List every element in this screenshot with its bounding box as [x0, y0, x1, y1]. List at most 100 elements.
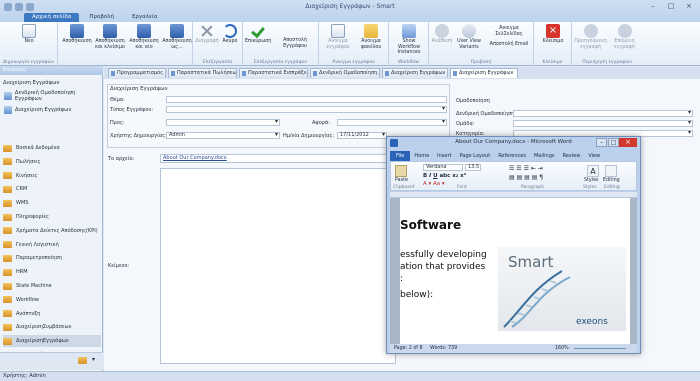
word-counter[interactable]: Words: 739 [430, 344, 457, 353]
paste-label[interactable]: Paste [395, 178, 408, 183]
undo-icon [223, 24, 237, 38]
doc-tab-documents[interactable]: Διαχείριση Εγγράφων [382, 68, 448, 78]
folder-icon [3, 144, 12, 152]
body-editor[interactable] [160, 168, 396, 364]
open-page-button[interactable]: Άνοιγμα ΣελΣελίδας [485, 26, 533, 37]
send-document-button[interactable]: Αποστολή Εγγράφου [273, 38, 317, 49]
nav-item[interactable]: ΔιαχείρισηΕγγράφων [3, 335, 101, 348]
file-link[interactable]: About Our Company.docx [160, 154, 398, 163]
tab-view[interactable]: Προβολή [81, 13, 122, 22]
user-view-button[interactable]: User View Variants [455, 24, 483, 50]
to-select[interactable] [166, 119, 280, 126]
font-color-button[interactable]: A ▾ Aa ▾ [423, 181, 445, 187]
word-ribbon-tabs: File Home Insert Page Layout References … [390, 151, 637, 161]
word-tab-view[interactable]: View [584, 151, 604, 161]
nav-item-label: ΔιαχείρισηΕγγράφων [16, 338, 69, 345]
save-new-button[interactable]: Αποθήκευση και νέο [128, 24, 160, 50]
paste-icon[interactable] [395, 165, 407, 177]
word-tab-file[interactable]: File [390, 151, 411, 161]
nav-item[interactable]: Πληροφορίες [3, 211, 101, 223]
styles-icon[interactable]: A [587, 165, 599, 177]
bold-button[interactable]: B I U abc x₂ x² [423, 173, 466, 179]
align-buttons[interactable]: ▤ ▤ ▤ ▤ ¶ [509, 174, 543, 181]
next-record-button[interactable]: Επόμενη εγγραφή [608, 24, 641, 50]
nav-item[interactable]: Workflow [3, 294, 101, 306]
created-date-label: Ημ/νία Δημιουργίας: [283, 133, 335, 139]
word-document-area[interactable]: Software essfully developing ation that … [390, 192, 637, 344]
doc-tab-planning[interactable]: Προγραμματισμός [108, 68, 166, 78]
nav-item[interactable]: Γενική Λογιστική [3, 239, 101, 251]
save-button[interactable]: Αποθήκευση [62, 24, 92, 45]
forward-button[interactable]: Ανάθεση [429, 24, 455, 45]
nav-item[interactable]: Χρήματα Δείκτες Απόδοσης(KPI) [3, 225, 101, 237]
group-select[interactable] [513, 120, 693, 127]
close-window-icon[interactable]: × [681, 2, 697, 11]
word-window[interactable]: About Our Company.docx - Microsoft Word … [386, 136, 641, 354]
window-title: Διαχείριση Εγγράφων - Smart [305, 3, 395, 10]
nav-item[interactable]: Βασικά Δεδομένα [3, 142, 101, 154]
tab-tools[interactable]: Εργαλεία [124, 13, 166, 22]
open-folder-button[interactable]: Άνοιγμα φακέλου [355, 24, 387, 50]
editing-label[interactable]: Editing [603, 178, 620, 183]
word-tab-review[interactable]: Review [558, 151, 584, 161]
doc-tab-sales[interactable]: Παραστατικά Πωλήσεων [168, 68, 237, 78]
word-page[interactable]: Software essfully developing ation that … [400, 192, 630, 344]
nav-sub-item-tree[interactable]: Δενδρική Ομαδοποίηση Εγγράφων [4, 90, 103, 102]
nav-item[interactable]: HRM [3, 266, 101, 278]
word-tab-insert[interactable]: Insert [433, 151, 455, 161]
nav-item-label: Workflow [16, 296, 39, 303]
font-family-select[interactable]: Verdana [423, 164, 463, 171]
page-counter[interactable]: Page: 2 of 8 [394, 344, 423, 353]
word-tab-home[interactable]: Home [410, 151, 433, 161]
previous-record-button[interactable]: Προηγούμενη εγγραφή [574, 24, 607, 50]
nav-item[interactable]: ΔιαχείρισηΣυμβάσεων [3, 321, 101, 333]
doc-type-select[interactable] [166, 106, 447, 113]
styles-label[interactable]: Styles [584, 178, 599, 183]
show-workflow-button[interactable]: Show Workflow Instances [391, 24, 427, 56]
send-email-button[interactable]: Αποστολή Email [485, 42, 533, 48]
open-document-button[interactable]: Άνοιγμα εγγράφου [323, 24, 353, 50]
nav-item[interactable]: CRM [3, 183, 101, 195]
list-buttons[interactable]: ☰ ☰ ☰ ⇤ ⇥ [509, 165, 543, 172]
maximize-icon[interactable]: □ [663, 2, 679, 11]
tree-grouping-select[interactable] [513, 110, 693, 117]
doc-tab-documents-active[interactable]: Διαχείριση Εγγράφων [450, 68, 518, 78]
folder-icon [3, 254, 12, 262]
theme-input[interactable] [166, 96, 447, 103]
approve-button[interactable]: Επικύρωση [245, 24, 271, 45]
word-tab-mailings[interactable]: Mailings [530, 151, 559, 161]
font-size-select[interactable]: 13,5 [465, 164, 481, 171]
zoom-slider[interactable] [574, 348, 626, 349]
doc-tab-tree[interactable]: Δενδρική Ομαδοποίηση... [310, 68, 380, 78]
new-button[interactable]: Νέο [18, 24, 40, 45]
save-new-icon [137, 24, 151, 38]
word-maximize-icon[interactable]: □ [608, 138, 619, 147]
folder-icon[interactable] [78, 357, 87, 364]
created-date-picker[interactable]: 17/11/2012 [337, 132, 387, 139]
zoom-level[interactable]: 160% [555, 344, 569, 353]
word-tab-references[interactable]: References [494, 151, 530, 161]
nav-item[interactable]: Παραμετροποίηση [3, 252, 101, 264]
delete-button[interactable]: Διαγραφή [195, 24, 219, 45]
chevron-down-icon[interactable]: ▾ [92, 356, 95, 363]
tab-home[interactable]: Αρχική σελίδα [24, 13, 80, 22]
nav-item[interactable]: Κινήσεις [3, 170, 101, 182]
nav-sub-item-docs[interactable]: Διαχείριση Εγγράφων [4, 104, 103, 116]
nav-item[interactable]: Πωλήσεις [3, 156, 101, 168]
close-button[interactable]: × Κλείσιμο [540, 24, 566, 45]
cancel-button[interactable]: Άκυρο [219, 24, 241, 45]
minimize-icon[interactable]: – [645, 2, 661, 11]
word-close-icon[interactable]: × [619, 138, 637, 147]
nav-item[interactable]: WMS [3, 197, 101, 209]
group-close: × Κλείσιμο Κλείσιμο [534, 22, 572, 66]
doc-tab-receipts[interactable]: Παραστατικά Εισπράξεων [239, 68, 308, 78]
nav-item[interactable]: Ανάπτυξη [3, 308, 101, 320]
nav-item[interactable]: State Machine [3, 280, 101, 292]
word-tab-layout[interactable]: Page Layout [455, 151, 494, 161]
save-as-button[interactable]: Αποθήκευση ως... [162, 24, 192, 50]
creator-select[interactable]: Admin [166, 132, 280, 139]
editing-icon[interactable] [605, 165, 617, 177]
word-minimize-icon[interactable]: – [596, 138, 607, 147]
subject-select[interactable] [337, 119, 447, 126]
save-close-button[interactable]: Αποθήκευση και κλείσιμο [94, 24, 126, 50]
